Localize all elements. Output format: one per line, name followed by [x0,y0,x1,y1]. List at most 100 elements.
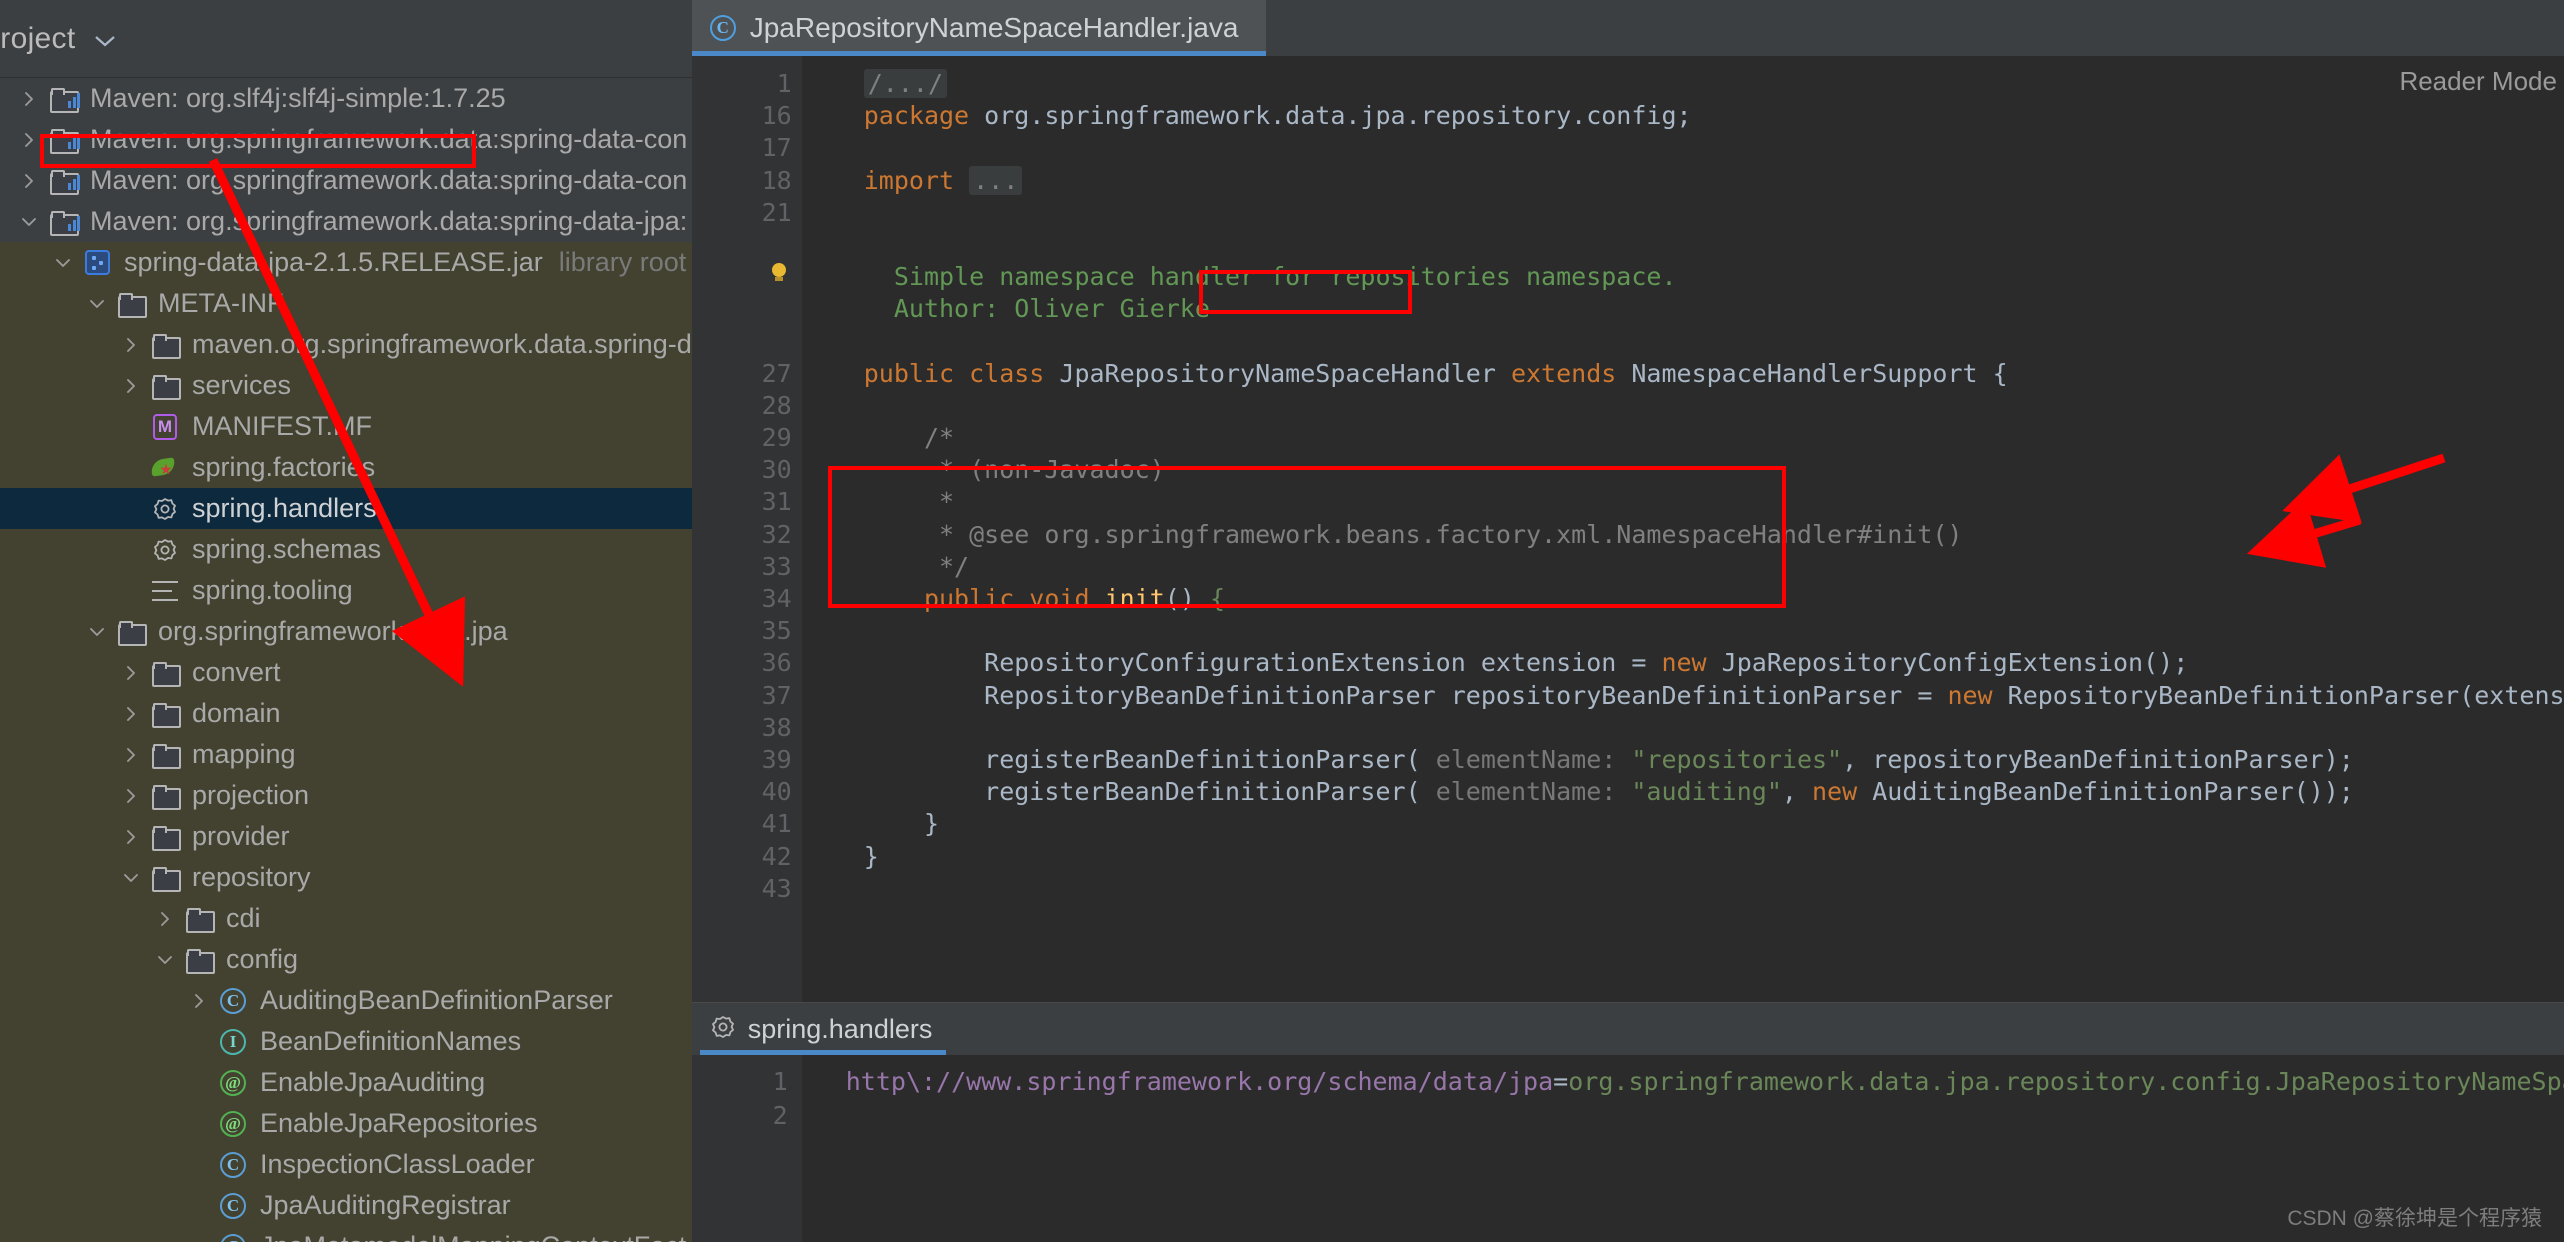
code-line[interactable] [802,326,2564,358]
tree-item-cdi[interactable]: cdi [0,898,692,939]
tree-item-enablejpaauditing[interactable]: @ EnableJpaAuditing [0,1062,692,1103]
chevron-right-icon[interactable] [148,910,182,928]
bottom-code-line[interactable]: http\://www.springframework.org/schema/d… [802,1065,2564,1099]
gear-icon [148,496,182,522]
tree-item-maven-org-springframework-data-spring-d[interactable]: maven.org.springframework.data.spring-d [0,324,692,365]
chevron-down-icon[interactable] [46,254,80,272]
tree-item-jpametamodelmappingcontextfact[interactable]: C JpaMetamodelMappingContextFact [0,1226,692,1242]
code-line[interactable]: registerBeanDefinitionParser( elementNam… [802,776,2564,808]
bottom-editor-gutter: 12 [691,1055,802,1242]
tree-item-inspectionclassloader[interactable]: C InspectionClassLoader [0,1144,692,1185]
code-token: package [863,101,985,131]
tab-jparepositorynamespacehandler[interactable]: C JpaRepositoryNameSpaceHandler.java [691,0,1267,56]
code-line[interactable]: Author: Oliver Gierke [802,293,2564,325]
editor-gutter[interactable]: 1›161718›21 2728293031323334O353637383940… [691,56,847,1002]
code-token: } [863,809,939,839]
code-token: Author: Oliver Gierke [863,294,1210,324]
tree-item-beandefinitionnames[interactable]: I BeanDefinitionNames [0,1021,692,1062]
code-line[interactable]: /.../ [802,68,2564,100]
chevron-down-icon[interactable] [114,869,148,887]
tree-item-mapping[interactable]: mapping [0,734,692,775]
tree-item-spring-data-jpa-2-1-5-release-jar[interactable]: spring-data-jpa-2.1.5.RELEASE.jar library… [0,242,692,283]
reader-mode-label[interactable]: Reader Mode [2399,66,2557,97]
tree-item-maven-org-springframework-data-spring-data-jpa[interactable]: Maven: org.springframework.data:spring-d… [0,201,692,242]
code-token: Simple namespace handler for repositorie… [863,262,1677,292]
tree-item-provider[interactable]: provider [0,816,692,857]
folder-icon [114,293,148,318]
tree-item-maven-org-springframework-data-spring-data-con[interactable]: Maven: org.springframework.data:spring-d… [0,119,692,160]
bottom-code-editor[interactable]: 12 http\://www.springframework.org/schem… [691,1055,2564,1242]
code-line[interactable]: public void init() { [802,583,2564,615]
tree-item-spring-factories[interactable]: spring.factories [0,447,692,488]
chevron-down-icon[interactable] [80,623,114,641]
bottom-code-line[interactable] [802,1099,2564,1133]
code-line[interactable]: Simple namespace handler for repositorie… [802,261,2564,293]
intention-bulb-icon[interactable] [768,261,790,285]
gutter-line-number: 18› [692,165,824,197]
code-line[interactable]: import ... [802,165,2564,197]
chevron-right-icon[interactable] [114,377,148,395]
tree-item-services[interactable]: services [0,365,692,406]
tree-item-domain[interactable]: domain [0,693,692,734]
code-line[interactable] [802,229,2564,261]
chevron-right-icon[interactable] [114,746,148,764]
code-line[interactable]: } [802,841,2564,873]
tree-item-projection[interactable]: projection [0,775,692,816]
code-line[interactable]: public class JpaRepositoryNameSpaceHandl… [802,358,2564,390]
chevron-down-icon[interactable] [80,295,114,313]
chevron-right-icon[interactable] [114,336,148,354]
code-line[interactable]: } [802,808,2564,840]
code-line[interactable] [802,132,2564,164]
code-editor[interactable]: 1›161718›21 2728293031323334O353637383940… [691,56,2564,1002]
tree-item-config[interactable]: config [0,939,692,980]
tree-item-enablejparepositories[interactable]: @ EnableJpaRepositories [0,1103,692,1144]
tree-item-repository[interactable]: repository [0,857,692,898]
code-line[interactable] [802,197,2564,229]
code-line[interactable]: RepositoryConfigurationExtension extensi… [802,647,2564,679]
code-line[interactable]: * (non-Javadoc) [802,454,2564,486]
code-line[interactable]: registerBeanDefinitionParser( elementNam… [802,744,2564,776]
code-line[interactable] [802,873,2564,905]
chevron-right-icon[interactable] [114,664,148,682]
tree-item-maven-org-slf4j-slf4j-simple-1-7-25[interactable]: Maven: org.slf4j:slf4j-simple:1.7.25 [0,78,692,119]
project-tree[interactable]: Maven: org.slf4j:slf4j-simple:1.7.25 Mave… [0,78,692,1242]
code-token: { [1209,584,1225,613]
code-line[interactable]: /* [802,422,2564,454]
code-line[interactable]: * [802,486,2564,518]
tree-item-label: Maven: org.springframework.data:spring-d… [90,124,688,154]
tab-spring-handlers[interactable]: spring.handlers [692,1003,955,1055]
tree-item-auditingbeandefinitionparser[interactable]: C AuditingBeanDefinitionParser [0,980,692,1021]
chevron-down-icon[interactable] [93,26,117,52]
code-line[interactable]: * @see org.springframework.beans.factory… [802,519,2564,551]
editor-code[interactable]: /.../package org.springframework.data.jp… [801,56,2564,1002]
chevron-right-icon[interactable] [114,705,148,723]
tree-item-manifest-mf[interactable]: M MANIFEST.MF [0,406,692,447]
code-line[interactable] [802,390,2564,422]
tree-item-meta-inf[interactable]: META-INF [0,283,692,324]
tree-item-convert[interactable]: convert [0,652,692,693]
code-token: http [845,1067,906,1096]
code-line[interactable]: package org.springframework.data.jpa.rep… [802,100,2564,132]
tree-item-spring-schemas[interactable]: spring.schemas [0,529,692,570]
code-line[interactable] [802,615,2564,647]
tree-item-label: spring.handlers [192,493,377,523]
tree-item-org-springframework-data-jpa[interactable]: org.springframework.data.jpa [0,611,692,652]
tree-item-maven-org-springframework-data-spring-data-con[interactable]: Maven: org.springframework.data:spring-d… [0,160,692,201]
chevron-right-icon[interactable] [12,131,46,149]
editor-area: C JpaRepositoryNameSpaceHandler.java ⋮ 1… [691,0,2564,1242]
code-line[interactable] [802,712,2564,744]
chevron-right-icon[interactable] [12,172,46,190]
code-line[interactable]: */ [802,551,2564,583]
tree-item-jpaauditingregistrar[interactable]: C JpaAuditingRegistrar [0,1185,692,1226]
chevron-down-icon[interactable] [12,213,46,231]
chevron-right-icon[interactable] [12,90,46,108]
chevron-right-icon[interactable] [114,828,148,846]
chevron-right-icon[interactable] [114,787,148,805]
code-line[interactable]: RepositoryBeanDefinitionParser repositor… [802,680,2564,712]
tree-item-spring-handlers[interactable]: spring.handlers [0,488,692,529]
tree-item-spring-tooling[interactable]: spring.tooling [0,570,692,611]
chevron-down-icon[interactable] [148,951,182,969]
chevron-right-icon[interactable] [182,992,216,1010]
folder-icon [148,375,182,400]
tree-item-label: Maven: org.springframework.data:spring-d… [90,165,688,195]
